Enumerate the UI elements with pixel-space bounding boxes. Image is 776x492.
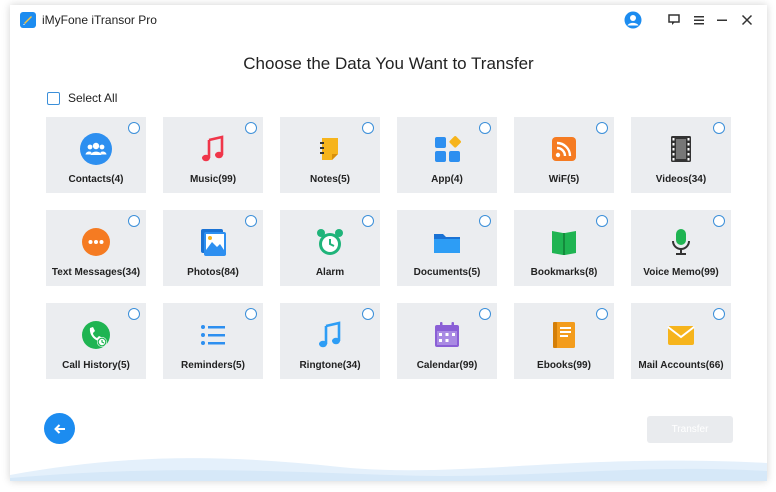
tile-radio[interactable] [713,215,725,227]
tile-label: Text Messages(34) [51,267,141,278]
category-grid: Contacts(4) Music(99) Notes(5) App(4) Wi… [46,117,731,379]
messages-icon [82,228,110,256]
page-title: Choose the Data You Want to Transfer [243,54,534,73]
tile-radio[interactable] [479,122,491,134]
tile-label: Photos(84) [187,267,239,278]
tile-label: Ebooks(99) [537,360,591,371]
category-tile-voice-memo[interactable]: Voice Memo(99) [631,210,731,286]
feedback-icon [668,14,680,25]
category-tile-music[interactable]: Music(99) [163,117,263,193]
tile-radio[interactable] [596,308,608,320]
title-bar: iMyFone iTransor Pro [10,5,767,35]
tile-label: Calendar(99) [416,360,478,371]
tile-label: Documents(5) [413,267,481,278]
category-tile-call-history[interactable]: Call History(5) [46,303,146,379]
tile-radio[interactable] [596,215,608,227]
tile-radio[interactable] [245,215,257,227]
tile-label: Reminders(5) [181,360,245,371]
tile-label: Music(99) [189,174,237,185]
music-icon [202,135,224,162]
category-tile-reminders[interactable]: Reminders(5) [163,303,263,379]
category-tile-text-messages[interactable]: Text Messages(34) [46,210,146,286]
category-tile-calendar[interactable]: Calendar(99) [397,303,497,379]
minimize-button[interactable] [711,9,733,31]
category-tile-documents[interactable]: Documents(5) [397,210,497,286]
tile-radio[interactable] [245,122,257,134]
category-tile-photos[interactable]: Photos(84) [163,210,263,286]
tile-label: Voice Memo(99) [643,267,719,278]
app-window: iMyFone iTransor Pro Choose the Data You… [10,5,767,481]
tile-radio[interactable] [596,122,608,134]
tile-label: Videos(34) [655,174,707,185]
tile-radio[interactable] [245,308,257,320]
microphone-icon [672,229,690,255]
tile-radio[interactable] [362,215,374,227]
select-all-label: Select All [68,91,118,105]
menu-icon [694,16,704,25]
tile-radio[interactable] [479,215,491,227]
calendar-icon [435,322,459,347]
tile-label: Contacts(4) [68,174,124,185]
alarm-icon [317,229,343,255]
select-all-checkbox[interactable]: Select All [47,91,117,105]
tile-radio[interactable] [362,308,374,320]
mail-icon [667,326,695,345]
menu-button[interactable] [688,9,710,31]
tile-radio[interactable] [713,308,725,320]
tile-label: Ringtone(34) [299,360,361,371]
videos-icon [671,136,691,162]
close-button[interactable] [736,9,758,31]
close-icon [741,14,753,26]
transfer-button[interactable]: Transfer [647,416,733,443]
ringtone-icon [319,321,341,348]
category-tile-contacts[interactable]: Contacts(4) [46,117,146,193]
category-tile-app[interactable]: App(4) [397,117,497,193]
app-logo-icon [20,12,36,28]
checkbox-box[interactable] [47,91,60,105]
tile-label: WiF(5) [548,174,580,185]
account-button[interactable] [622,9,644,31]
tile-radio[interactable] [362,122,374,134]
bookmark-icon [552,231,576,255]
category-tile-ringtone[interactable]: Ringtone(34) [280,303,380,379]
category-tile-mail-accounts[interactable]: Mail Accounts(66) [631,303,731,379]
category-tile-notes[interactable]: Notes(5) [280,117,380,193]
arrow-left-icon [53,423,65,434]
tile-radio[interactable] [713,122,725,134]
decorative-wave [10,458,767,481]
category-tile-wifi[interactable]: WiF(5) [514,117,614,193]
list-icon [201,325,225,345]
wifi-icon [552,137,576,161]
category-tile-bookmarks[interactable]: Bookmarks(8) [514,210,614,286]
folder-icon [434,234,460,253]
notes-icon [320,138,338,160]
minimize-icon [717,19,727,21]
photos-icon [201,229,226,256]
tile-label: Notes(5) [309,174,350,185]
app-icon [435,136,461,162]
tile-radio[interactable] [128,308,140,320]
app-title: iMyFone iTransor Pro [42,13,157,27]
feedback-button[interactable] [663,9,685,31]
back-button[interactable] [44,413,75,444]
user-avatar-icon [624,11,642,29]
contacts-icon [80,133,112,165]
tile-label: Alarm [315,267,345,278]
tile-label: Bookmarks(8) [530,267,598,278]
tile-radio[interactable] [128,215,140,227]
category-tile-videos[interactable]: Videos(34) [631,117,731,193]
tile-label: Mail Accounts(66) [638,360,724,371]
tile-label: App(4) [431,174,463,185]
tile-radio[interactable] [128,122,140,134]
tile-radio[interactable] [479,308,491,320]
phone-icon [82,321,110,349]
book-icon [553,322,575,348]
category-tile-alarm[interactable]: Alarm [280,210,380,286]
tile-label: Call History(5) [62,360,130,371]
category-tile-ebooks[interactable]: Ebooks(99) [514,303,614,379]
